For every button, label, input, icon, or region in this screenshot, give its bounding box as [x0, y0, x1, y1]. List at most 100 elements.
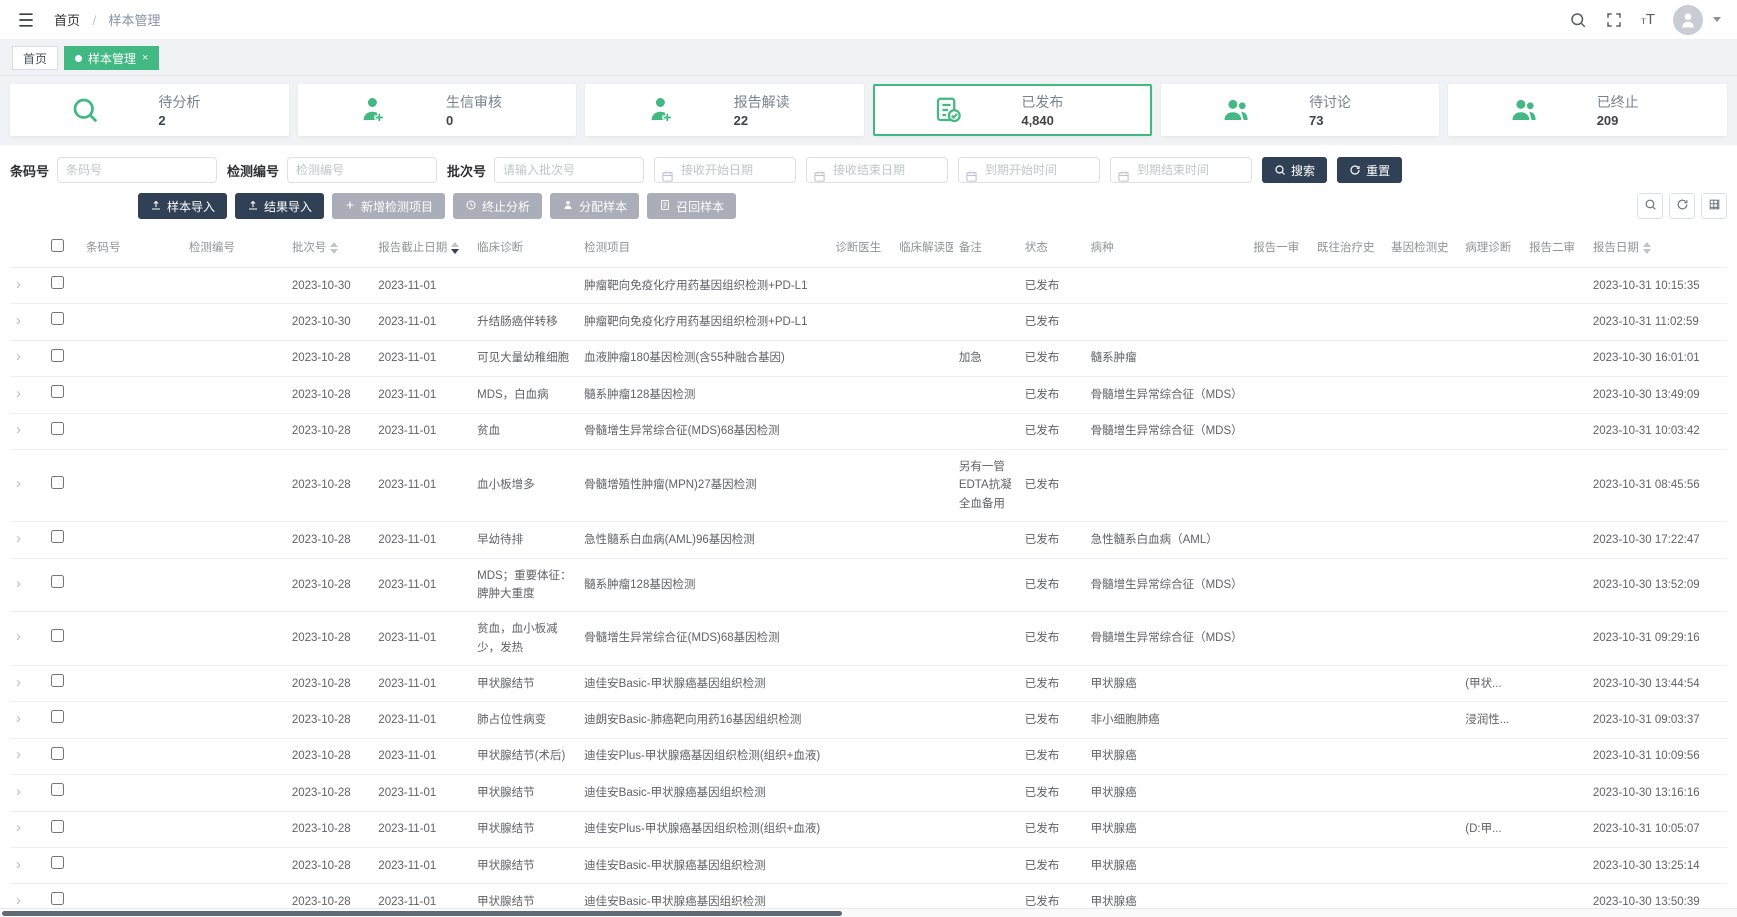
sort-asc-icon[interactable]: [1643, 242, 1651, 247]
sort-desc-icon[interactable]: [1643, 249, 1651, 254]
sort-icon[interactable]: [1643, 242, 1651, 254]
caret-down-icon[interactable]: [1713, 17, 1721, 22]
status-card-生信审核[interactable]: 生信审核0: [298, 84, 577, 136]
expand-row-icon[interactable]: ›: [16, 784, 21, 799]
reset-button[interactable]: 重置: [1337, 157, 1402, 183]
tool-grid-icon[interactable]: [1701, 193, 1727, 219]
search-button[interactable]: 搜索: [1262, 157, 1327, 183]
horizontal-scrollbar-track[interactable]: [0, 908, 1737, 917]
fullscreen-icon[interactable]: [1605, 11, 1623, 29]
tool-search-icon[interactable]: [1637, 193, 1663, 219]
cell-test_no: [183, 449, 286, 521]
expand-row-icon[interactable]: ›: [16, 711, 21, 726]
cell-test_no: [183, 304, 286, 340]
cell-clinical_dx: MDS；重要体征：脾肿大重度: [471, 558, 578, 612]
expand-row-icon[interactable]: ›: [16, 476, 21, 491]
cell-dx_doctor: [829, 775, 893, 811]
expand-row-icon[interactable]: ›: [16, 576, 21, 591]
expand-row-icon[interactable]: ›: [16, 277, 21, 292]
table-row: ›2023-10-282023-11-01血小板增多骨髓增殖性肿瘤(MPN)27…: [10, 449, 1727, 521]
row-checkbox[interactable]: [51, 674, 64, 687]
cell-test_no: [183, 702, 286, 738]
cell-status: 已发布: [1019, 340, 1085, 376]
barcode-input[interactable]: [57, 157, 217, 183]
sort-icon[interactable]: [451, 242, 459, 254]
结果导入-button[interactable]: 结果导入: [235, 193, 324, 219]
expand-row-icon[interactable]: ›: [16, 629, 21, 644]
due_start-input[interactable]: [958, 157, 1100, 183]
expand-row-icon[interactable]: ›: [16, 313, 21, 328]
expand-row-icon[interactable]: ›: [16, 747, 21, 762]
row-checkbox[interactable]: [51, 892, 64, 905]
cell-remark: [953, 702, 1019, 738]
tab-首页[interactable]: 首页: [12, 46, 58, 70]
recv_end-input[interactable]: [806, 157, 948, 183]
batch_no-input[interactable]: [494, 157, 644, 183]
row-checkbox[interactable]: [51, 856, 64, 869]
row-checkbox[interactable]: [51, 783, 64, 796]
status-card-待分析[interactable]: 待分析2: [10, 84, 289, 136]
row-checkbox[interactable]: [51, 629, 64, 642]
select-all-checkbox[interactable]: [51, 239, 64, 252]
cell-review1: [1247, 775, 1311, 811]
sort-asc-icon[interactable]: [451, 242, 459, 247]
font-size-icon[interactable]: тT: [1641, 12, 1655, 27]
row-checkbox[interactable]: [51, 476, 64, 489]
召回样本-button[interactable]: 召回样本: [647, 193, 736, 219]
row-checkbox[interactable]: [51, 575, 64, 588]
cell-review2: [1523, 558, 1587, 612]
row-checkbox[interactable]: [51, 312, 64, 325]
due_end-input[interactable]: [1110, 157, 1252, 183]
avatar[interactable]: [1673, 5, 1703, 35]
expand-row-icon[interactable]: ›: [16, 857, 21, 872]
row-checkbox[interactable]: [51, 276, 64, 289]
终止分析-button[interactable]: 终止分析: [453, 193, 542, 219]
expand-row-icon[interactable]: ›: [16, 422, 21, 437]
status-card-待讨论[interactable]: 待讨论73: [1161, 84, 1440, 136]
row-checkbox[interactable]: [51, 820, 64, 833]
row-checkbox[interactable]: [51, 747, 64, 760]
sort-icon[interactable]: [330, 242, 338, 254]
tab-样本管理[interactable]: 样本管理×: [64, 46, 159, 70]
row-checkbox[interactable]: [51, 710, 64, 723]
expand-row-icon[interactable]: ›: [16, 820, 21, 835]
doc-icon: [659, 199, 671, 214]
cell-remark: [953, 268, 1019, 304]
cell-clinical_dx: 早幼待排: [471, 522, 578, 558]
col-header-label: 批次号: [292, 242, 327, 254]
breadcrumb-home[interactable]: 首页: [54, 13, 80, 28]
cell-disease: 甲状腺癌: [1085, 666, 1248, 702]
test_no-input[interactable]: [287, 157, 437, 183]
sort-desc-icon[interactable]: [451, 249, 459, 254]
recv_start-input[interactable]: [654, 157, 796, 183]
sidebar-toggle-icon[interactable]: [16, 10, 36, 30]
cell-disease: 骨髓增生异常综合征（MDS）: [1085, 377, 1248, 413]
tool-refresh-icon[interactable]: [1669, 193, 1695, 219]
cell-review1: [1247, 738, 1311, 774]
tab-close-icon[interactable]: ×: [142, 52, 148, 64]
expand-row-icon[interactable]: ›: [16, 675, 21, 690]
row-checkbox[interactable]: [51, 530, 64, 543]
sort-asc-icon[interactable]: [330, 242, 338, 247]
样本导入-button[interactable]: 样本导入: [138, 193, 227, 219]
status-card-已发布[interactable]: 已发布4,840: [873, 84, 1152, 136]
cell-project: 迪佳安Plus-甲状腺癌基因组织检测(组织+血液): [578, 811, 829, 847]
cell-path_dx: [1459, 522, 1523, 558]
status-card-已终止[interactable]: 已终止209: [1448, 84, 1727, 136]
row-checkbox[interactable]: [51, 422, 64, 435]
filter-group-test_no: 检测编号: [227, 157, 437, 183]
cell-disease: [1085, 449, 1248, 521]
search-icon[interactable]: [1569, 11, 1587, 29]
expand-row-icon[interactable]: ›: [16, 386, 21, 401]
row-checkbox[interactable]: [51, 349, 64, 362]
expand-row-icon[interactable]: ›: [16, 349, 21, 364]
horizontal-scrollbar-thumb[interactable]: [2, 911, 842, 916]
sort-desc-icon[interactable]: [330, 249, 338, 254]
row-checkbox[interactable]: [51, 385, 64, 398]
新增检测项目-button[interactable]: 新增检测项目: [332, 193, 445, 219]
cell-path_dx: [1459, 340, 1523, 376]
expand-row-icon[interactable]: ›: [16, 893, 21, 908]
分配样本-button[interactable]: 分配样本: [550, 193, 639, 219]
expand-row-icon[interactable]: ›: [16, 531, 21, 546]
status-card-报告解读[interactable]: 报告解读22: [585, 84, 864, 136]
